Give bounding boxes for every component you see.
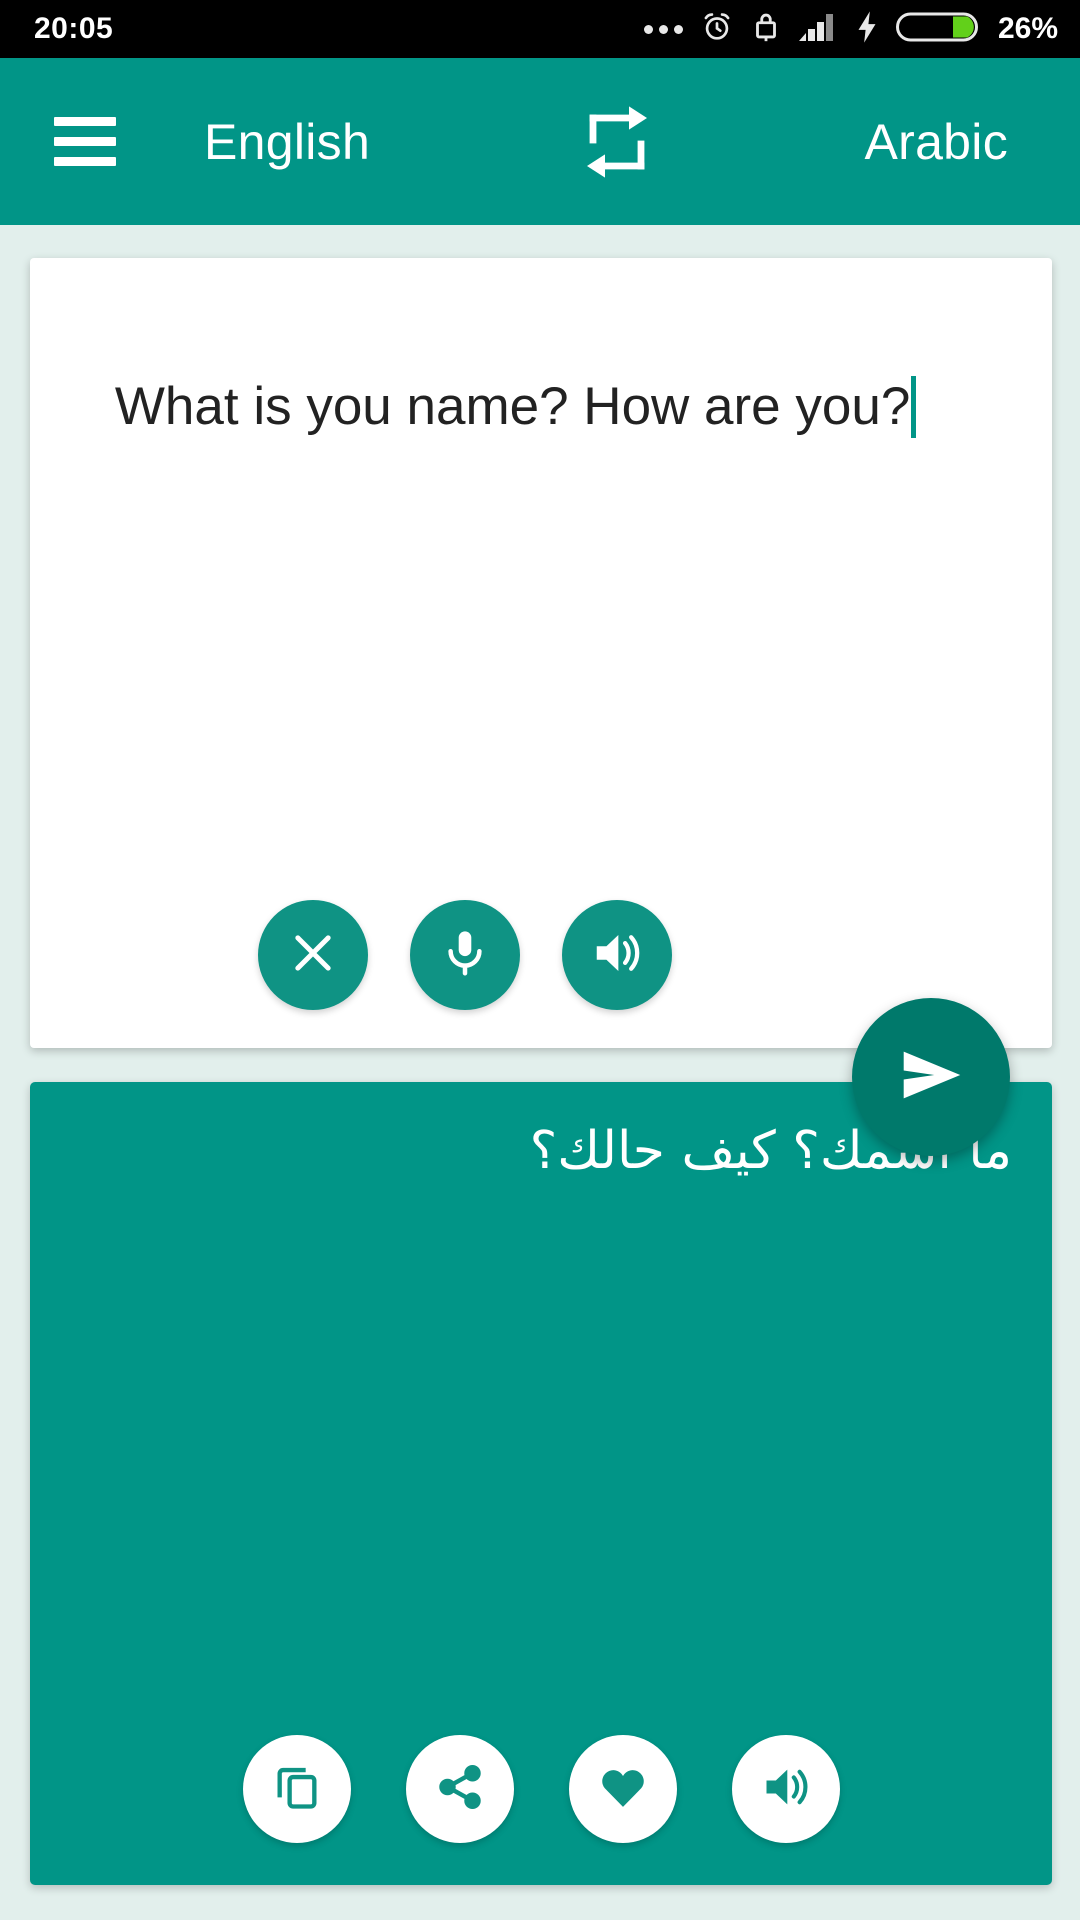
hamburger-menu-icon[interactable]	[54, 117, 116, 166]
speaker-icon	[760, 1761, 812, 1818]
status-bar: 20:05 26%	[0, 0, 1080, 58]
heart-icon	[597, 1761, 649, 1818]
charging-bolt-icon	[855, 10, 879, 49]
source-actions-row	[30, 900, 1052, 1010]
share-icon	[435, 1762, 485, 1817]
signal-bars-icon	[798, 11, 838, 48]
battery-percent-label: 26%	[997, 12, 1058, 45]
status-clock: 20:05	[34, 12, 114, 45]
speak-source-button[interactable]	[562, 900, 672, 1010]
source-language-label[interactable]: English	[204, 113, 370, 171]
translation-card: ما اسمك؟ كيف حالك؟	[30, 1082, 1052, 1885]
share-button[interactable]	[405, 1735, 514, 1843]
battery-icon	[895, 9, 978, 50]
more-dots-icon	[643, 24, 683, 34]
clear-button[interactable]	[258, 900, 368, 1010]
microphone-button[interactable]	[410, 900, 520, 1010]
close-x-icon	[287, 927, 339, 984]
send-icon	[892, 1036, 970, 1119]
alarm-clock-icon	[700, 10, 734, 49]
status-icons-group: 26%	[643, 9, 1058, 50]
translation-actions-row	[30, 1735, 1052, 1843]
source-text-value: What is you name? How are you?	[114, 376, 911, 436]
target-language-label[interactable]: Arabic	[864, 113, 1008, 171]
speaker-icon	[590, 926, 644, 985]
favorite-button[interactable]	[568, 1735, 677, 1843]
copy-button[interactable]	[242, 1735, 351, 1843]
microphone-icon	[438, 926, 492, 985]
swap-languages-icon[interactable]	[572, 97, 662, 187]
lock-icon	[751, 10, 781, 49]
copy-icon	[271, 1761, 323, 1818]
app-bar: English Arabic	[0, 58, 1080, 225]
source-text-input[interactable]: What is you name? How are you?	[56, 310, 1022, 504]
text-caret	[911, 375, 917, 438]
speak-target-button[interactable]	[731, 1735, 840, 1843]
source-text-card: What is you name? How are you?	[30, 258, 1052, 1048]
send-button[interactable]	[852, 998, 1010, 1156]
